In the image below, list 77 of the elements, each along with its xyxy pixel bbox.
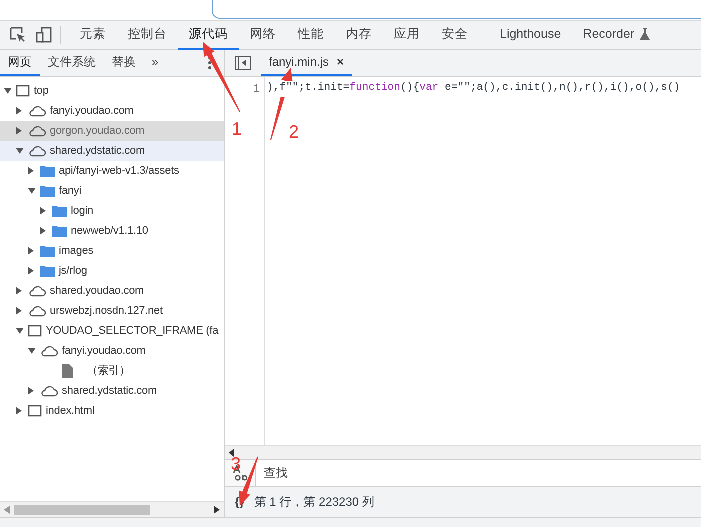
collapsed-arrow-icon[interactable] bbox=[28, 167, 34, 175]
sidebar-toggle-icon[interactable] bbox=[235, 56, 251, 70]
line-number: 1 bbox=[252, 82, 260, 98]
annotation-arrow bbox=[203, 42, 240, 112]
tree-item[interactable]: index.html bbox=[0, 401, 224, 421]
annotation-number: 2 bbox=[289, 123, 300, 141]
navigator-tab[interactable]: 网页 bbox=[0, 50, 40, 76]
folder-icon bbox=[40, 245, 55, 257]
cloud-icon bbox=[28, 105, 46, 117]
collapsed-arrow-icon[interactable] bbox=[16, 107, 22, 115]
collapsed-arrow-icon[interactable] bbox=[40, 207, 46, 215]
frame-icon bbox=[28, 405, 42, 417]
panel-tab[interactable]: 安全 bbox=[431, 20, 479, 50]
expanded-arrow-icon[interactable] bbox=[4, 88, 12, 94]
cloud-icon bbox=[40, 345, 58, 357]
expanded-arrow-icon[interactable] bbox=[16, 148, 24, 154]
cloud-icon bbox=[28, 145, 46, 157]
cloud-icon bbox=[28, 125, 46, 137]
folder-icon bbox=[52, 225, 67, 237]
tree-item[interactable]: login bbox=[0, 201, 224, 221]
collapsed-arrow-icon[interactable] bbox=[16, 127, 22, 135]
frame-icon bbox=[16, 85, 30, 97]
cloud-icon bbox=[40, 385, 58, 397]
panel-tab[interactable]: 元素 bbox=[69, 20, 117, 50]
folder-icon bbox=[40, 165, 55, 177]
tree-item[interactable]: shared.youdao.com bbox=[0, 281, 224, 301]
tree-item[interactable]: fanyi.youdao.com bbox=[0, 101, 224, 121]
tree-item[interactable]: js/rlog bbox=[0, 261, 224, 281]
expanded-arrow-icon[interactable] bbox=[16, 328, 24, 334]
tree-item[interactable]: （索引） bbox=[0, 361, 224, 381]
annotation-number: 3 bbox=[231, 455, 242, 473]
tree-item[interactable]: YOUDAO_SELECTOR_IFRAME (fa bbox=[0, 321, 224, 341]
tree-item[interactable]: shared.ydstatic.com bbox=[0, 141, 224, 161]
panel-tab[interactable]: 控制台 bbox=[117, 20, 178, 50]
cloud-icon bbox=[28, 285, 46, 297]
folder-icon bbox=[52, 205, 67, 217]
scroll-right-icon[interactable] bbox=[214, 506, 220, 514]
tree-item[interactable]: api/fanyi-web-v1.3/assets bbox=[0, 161, 224, 181]
tree-item[interactable]: images bbox=[0, 241, 224, 261]
tree-item[interactable]: newweb/v1.1.10 bbox=[0, 221, 224, 241]
search-field[interactable]: 查找 bbox=[255, 460, 701, 486]
folder-icon bbox=[40, 185, 55, 197]
tree-item[interactable]: urswebzj.nosdn.127.net bbox=[0, 301, 224, 321]
device-toolbar-icon[interactable] bbox=[36, 27, 52, 43]
cloud-icon bbox=[28, 305, 46, 317]
tree-item[interactable]: fanyi.youdao.com bbox=[0, 341, 224, 361]
panel-tab[interactable]: 网络 bbox=[239, 20, 287, 50]
panel-tab[interactable]: 性能 bbox=[287, 20, 335, 50]
collapsed-arrow-icon[interactable] bbox=[28, 267, 34, 275]
panel-tab[interactable]: 内存 bbox=[335, 20, 383, 50]
navigator-tab[interactable]: 替换 bbox=[104, 50, 144, 76]
collapsed-arrow-icon[interactable] bbox=[40, 227, 46, 235]
collapsed-arrow-icon[interactable] bbox=[16, 307, 22, 315]
frame-icon bbox=[28, 325, 42, 337]
panel-tab[interactable]: 应用 bbox=[383, 20, 431, 50]
scroll-left-icon[interactable] bbox=[229, 448, 234, 456]
expanded-arrow-icon[interactable] bbox=[28, 188, 36, 194]
scrollbar-thumb[interactable] bbox=[14, 504, 150, 514]
tree-item[interactable]: gorgon.youdao.com bbox=[0, 121, 224, 141]
collapsed-arrow-icon[interactable] bbox=[16, 287, 22, 295]
annotation-number: 1 bbox=[232, 120, 242, 138]
cursor-position: 第 1 行，第 223230 列 bbox=[254, 494, 374, 511]
more-tabs-button[interactable]: » bbox=[144, 50, 167, 76]
collapsed-arrow-icon[interactable] bbox=[28, 387, 34, 395]
tree-item[interactable]: shared.ydstatic.com bbox=[0, 381, 224, 401]
navigator-tab[interactable]: 文件系统 bbox=[40, 50, 104, 76]
collapsed-arrow-icon[interactable] bbox=[28, 247, 34, 255]
inspect-icon[interactable] bbox=[10, 27, 26, 43]
close-icon[interactable]: × bbox=[337, 53, 344, 71]
tree-item[interactable]: top bbox=[0, 81, 224, 101]
folder-icon bbox=[40, 265, 55, 277]
tree-item[interactable]: fanyi bbox=[0, 181, 224, 201]
panel-tab[interactable]: Recorder bbox=[572, 20, 661, 50]
file-icon bbox=[62, 364, 73, 378]
collapsed-arrow-icon[interactable] bbox=[16, 407, 22, 415]
panel-tab[interactable]: Lighthouse bbox=[489, 20, 572, 50]
expanded-arrow-icon[interactable] bbox=[28, 348, 36, 354]
